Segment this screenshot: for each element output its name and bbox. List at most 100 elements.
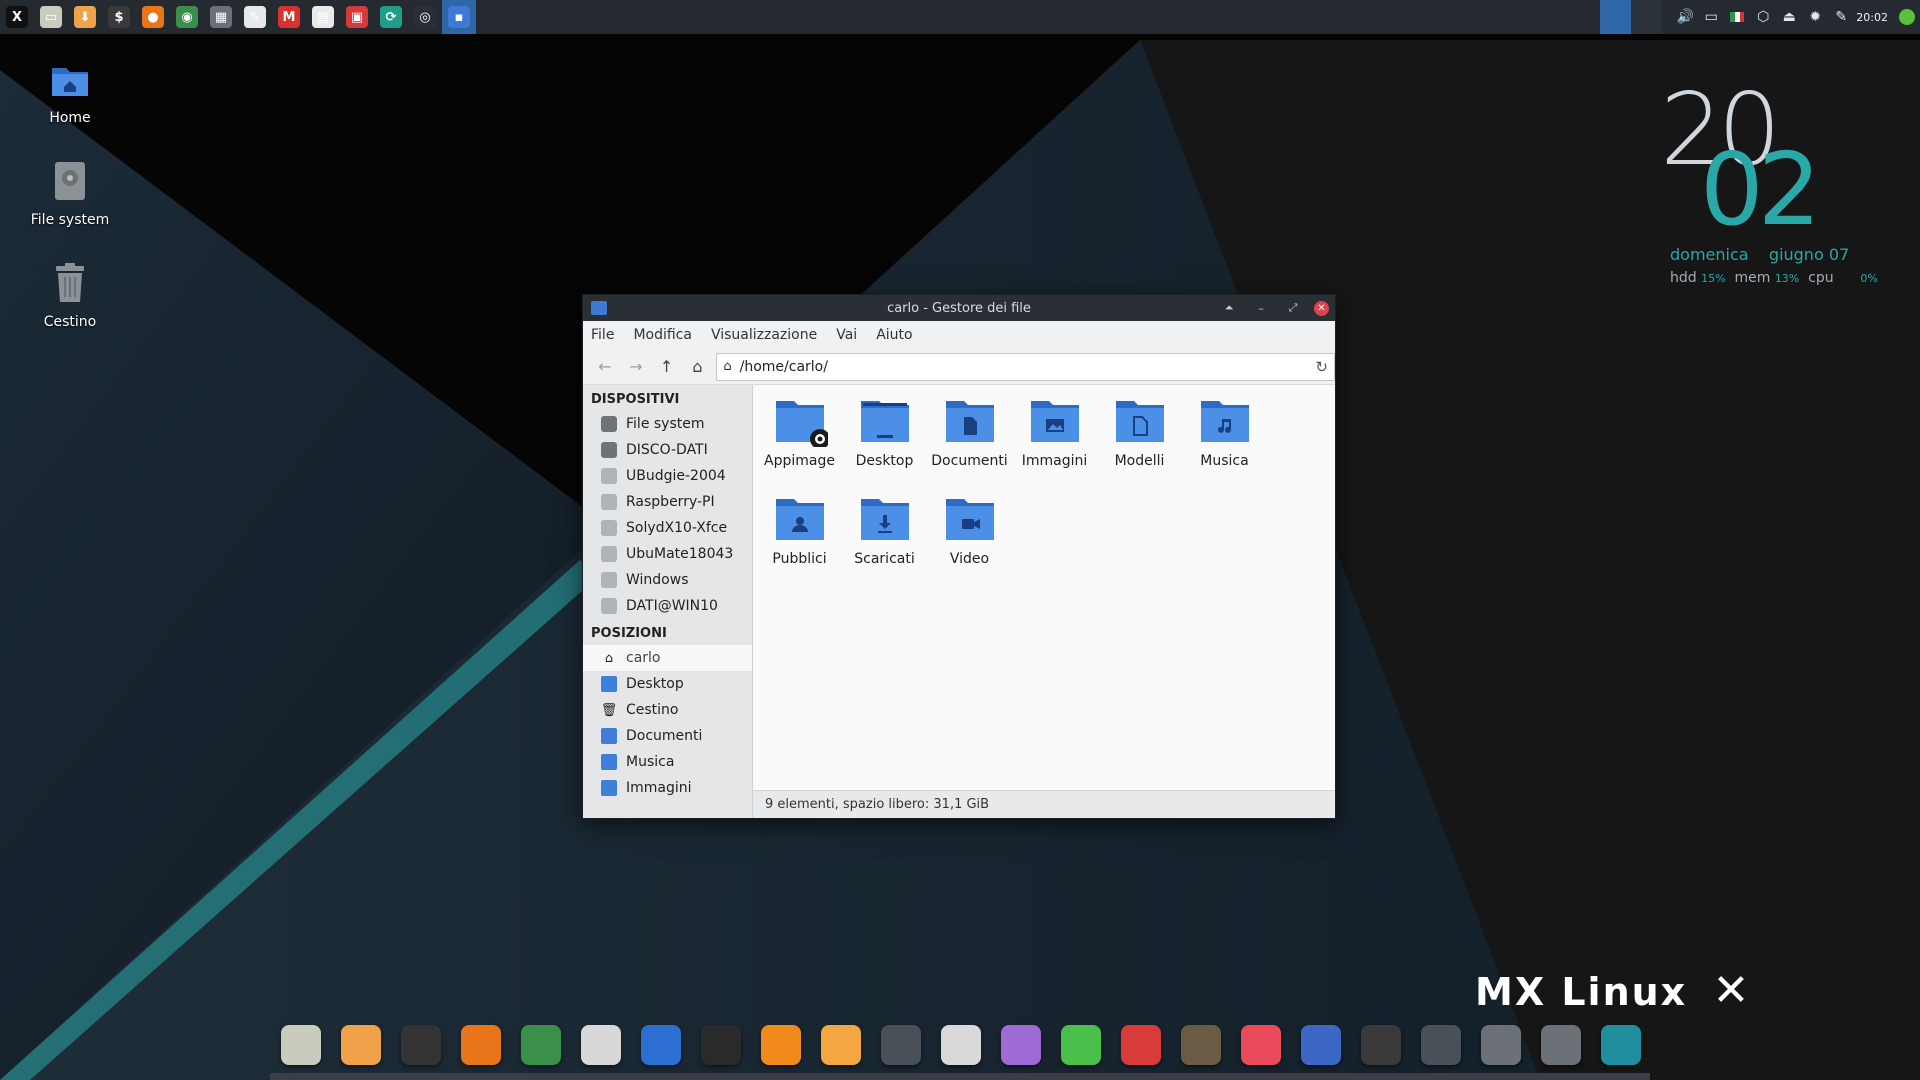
folder-item-modelli[interactable]: Modelli xyxy=(1097,395,1182,493)
sidebar-item-file-system[interactable]: File system xyxy=(583,411,752,437)
downloader-dock-item[interactable] xyxy=(338,1022,384,1068)
sidebar-item-desktop[interactable]: Desktop xyxy=(583,671,752,697)
sidebar-item-ubudgie-2004[interactable]: UBudgie-2004 xyxy=(583,463,752,489)
usb-tool-dock-item[interactable] xyxy=(578,1022,624,1068)
drive-icon xyxy=(601,468,617,484)
reload-icon[interactable]: ↻ xyxy=(1315,358,1328,376)
home-button[interactable]: ⌂ xyxy=(684,353,712,381)
folder-item-scaricati[interactable]: Scaricati xyxy=(842,493,927,591)
folder-item-pubblici[interactable]: Pubblici xyxy=(757,493,842,591)
gimp-dock-item[interactable] xyxy=(1178,1022,1224,1068)
panel-clock[interactable]: 20:02 xyxy=(1854,11,1894,24)
italian-flag-icon[interactable] xyxy=(1724,0,1750,34)
file-view[interactable]: Appimage Desktop Documenti Immagini Modelli M… xyxy=(753,385,1335,818)
panel-launcher[interactable]: ✎ xyxy=(238,0,272,34)
back-button[interactable]: ← xyxy=(591,353,619,381)
sidebar-item-solydx10-xfce[interactable]: SolydX10-Xfce xyxy=(583,515,752,541)
disc-burner-dock-item[interactable] xyxy=(938,1022,984,1068)
screencast-dock-item[interactable] xyxy=(878,1022,924,1068)
maximize-button[interactable]: ⤢ xyxy=(1282,301,1304,315)
panel-launcher[interactable]: ▦ xyxy=(204,0,238,34)
menu-file[interactable]: File xyxy=(591,327,614,343)
document-dock-item[interactable] xyxy=(1298,1022,1344,1068)
volume-icon[interactable]: 🔊 xyxy=(1672,0,1698,34)
panel-launcher[interactable]: ⟳ xyxy=(374,0,408,34)
panel-launcher[interactable]: ▭ xyxy=(34,0,68,34)
sidebar-item-cestino[interactable]: 🗑 Cestino xyxy=(583,697,752,723)
sidebar-item-carlo[interactable]: ⌂ carlo xyxy=(583,645,752,671)
sync-icon: ⟳ xyxy=(380,6,402,28)
window-titlebar[interactable]: carlo - Gestore dei file ⏶ – ⤢ ✕ xyxy=(583,295,1335,321)
eject-icon[interactable]: ⏏ xyxy=(1776,0,1802,34)
orange-dock-item[interactable] xyxy=(818,1022,864,1068)
sidebar-item-label: SolydX10-Xfce xyxy=(626,520,728,536)
folder-item-musica[interactable]: Musica xyxy=(1182,395,1267,493)
workspace-1[interactable] xyxy=(1600,0,1632,34)
panel-launcher[interactable]: ◉ xyxy=(170,0,204,34)
file-manager-dock-item[interactable] xyxy=(278,1022,324,1068)
terminal-dock-item[interactable] xyxy=(398,1022,444,1068)
folder-item-video[interactable]: Video xyxy=(927,493,1012,591)
sidebar-item-dati-win10[interactable]: DATI@WIN10 xyxy=(583,593,752,619)
folder-item-documenti[interactable]: Documenti xyxy=(927,395,1012,493)
panel-launcher[interactable]: $ xyxy=(102,0,136,34)
panel-launcher[interactable]: ◎ xyxy=(408,0,442,34)
folder-item-appimage[interactable]: Appimage xyxy=(757,395,842,493)
folder-item-label: Documenti xyxy=(931,453,1008,469)
menu-vai[interactable]: Vai xyxy=(836,327,857,343)
panel-launchers: X ▭ ⬇ $ ● ◉ ▦ ✎ M ▤ ▣ ⟳ ◎ ▪ xyxy=(0,0,476,34)
audacity-dock-item[interactable] xyxy=(638,1022,684,1068)
sidebar-item-documenti[interactable]: Documenti xyxy=(583,723,752,749)
minimize-button[interactable]: – xyxy=(1250,302,1272,315)
menu-aiuto[interactable]: Aiuto xyxy=(876,327,912,343)
sidebar-item-windows[interactable]: Windows xyxy=(583,567,752,593)
chrome-dock-item[interactable] xyxy=(518,1022,564,1068)
image-viewer-dock-item[interactable] xyxy=(1238,1022,1284,1068)
disk-repair-dock-item[interactable] xyxy=(1538,1022,1584,1068)
clip-icon[interactable]: ✎ xyxy=(1828,0,1854,34)
menu-modifica[interactable]: Modifica xyxy=(633,327,692,343)
audio-converter-dock-item[interactable] xyxy=(1058,1022,1104,1068)
video-editor-dock-item[interactable] xyxy=(698,1022,744,1068)
firefox-dock-item[interactable] xyxy=(458,1022,504,1068)
cocktail-dock-item[interactable] xyxy=(1118,1022,1164,1068)
sidebar-item-musica[interactable]: Musica xyxy=(583,749,752,775)
disk-settings-dock-item[interactable] xyxy=(1478,1022,1524,1068)
display-icon[interactable]: ▭ xyxy=(1698,0,1724,34)
power-icon[interactable] xyxy=(1894,0,1920,34)
panel-launcher[interactable]: ⬇ xyxy=(68,0,102,34)
sidebar-item-ubumate18043[interactable]: UbuMate18043 xyxy=(583,541,752,567)
folder-icon xyxy=(601,754,617,770)
sidebar-item-disco-dati[interactable]: DISCO-DATI xyxy=(583,437,752,463)
panel-launcher[interactable]: M xyxy=(272,0,306,34)
shade-button[interactable]: ⏶ xyxy=(1218,301,1240,315)
location-path[interactable]: /home/carlo/ xyxy=(740,359,828,375)
sidebar-item-immagini[interactable]: Immagini xyxy=(583,775,752,801)
desktop-icon-trash[interactable]: Cestino xyxy=(20,262,120,330)
close-button[interactable]: ✕ xyxy=(1314,300,1329,316)
panel-launcher[interactable]: ● xyxy=(136,0,170,34)
panel-launcher[interactable]: X xyxy=(0,0,34,34)
sidebar-item-raspberry-pi[interactable]: Raspberry-PI xyxy=(583,489,752,515)
package-installer-dock-item[interactable] xyxy=(1358,1022,1404,1068)
updates-icon[interactable]: ✹ xyxy=(1802,0,1828,34)
panel-launcher[interactable]: ▤ xyxy=(306,0,340,34)
network-icon[interactable]: ⬡ xyxy=(1750,0,1776,34)
folder-item-immagini[interactable]: Immagini xyxy=(1012,395,1097,493)
desktop-icon-home[interactable]: Home xyxy=(20,60,120,126)
workspace-2[interactable] xyxy=(1631,0,1663,34)
location-bar[interactable]: ⌂ /home/carlo/ ↻ xyxy=(716,352,1335,381)
panel-launcher[interactable]: ▣ xyxy=(340,0,374,34)
mx-tools-dock-item[interactable] xyxy=(1598,1022,1644,1068)
file-grid: Appimage Desktop Documenti Immagini Modelli M… xyxy=(757,395,1267,591)
menu-visualizzazione[interactable]: Visualizzazione xyxy=(711,327,817,343)
terminal-icon: $ xyxy=(108,6,130,28)
up-button[interactable]: ↑ xyxy=(653,353,681,381)
eject-dock-item[interactable] xyxy=(1418,1022,1464,1068)
desktop-icon-filesystem[interactable]: File system xyxy=(20,160,120,228)
music-tagger-dock-item[interactable] xyxy=(998,1022,1044,1068)
vlc-dock-item[interactable] xyxy=(758,1022,804,1068)
panel-launcher[interactable]: ▪ xyxy=(442,0,476,34)
forward-button[interactable]: → xyxy=(622,353,650,381)
folder-item-desktop[interactable]: Desktop xyxy=(842,395,927,493)
